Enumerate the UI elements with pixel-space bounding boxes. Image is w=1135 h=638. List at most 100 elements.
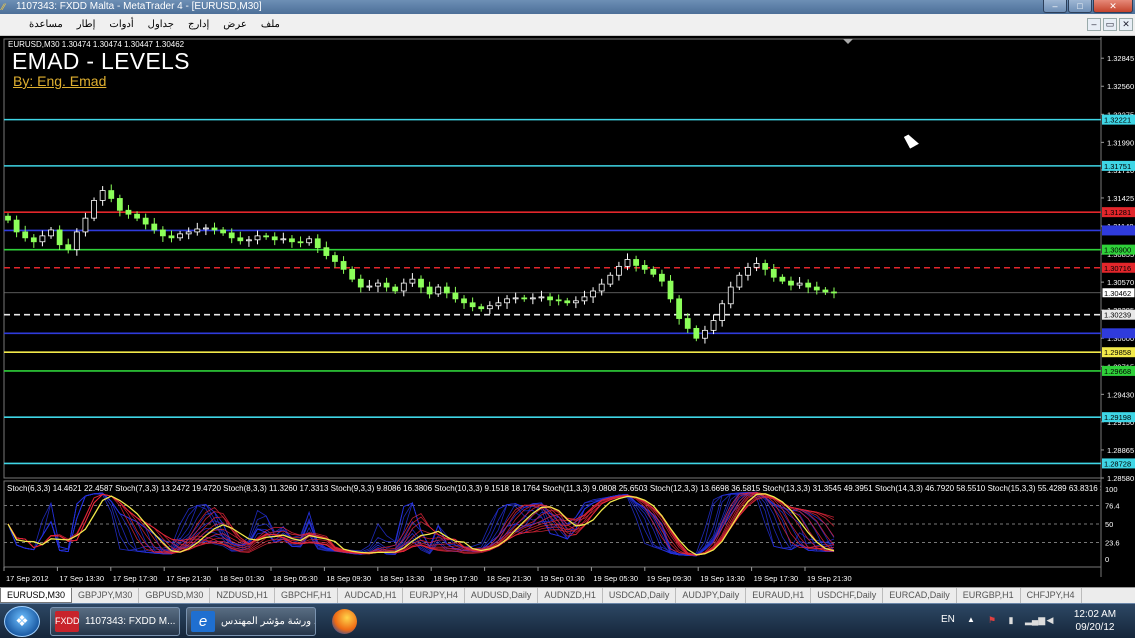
menu-charts[interactable]: جداول <box>141 14 181 36</box>
taskbar-metatrader[interactable]: FXDD 1107343: FXDD M... <box>50 607 180 636</box>
candle-body <box>762 263 769 270</box>
volume-icon[interactable]: ◀ <box>1045 615 1055 627</box>
level-price-label: 1.30239 <box>1104 311 1131 320</box>
candle-body <box>246 239 252 242</box>
tray-expand-icon[interactable]: ▲ <box>967 615 975 624</box>
chart-restore-button[interactable]: ▭ <box>1103 18 1117 31</box>
candle-body <box>400 282 407 292</box>
tab-audjpy-daily[interactable]: AUDJPY,Daily <box>676 588 747 603</box>
candle-body <box>228 232 235 239</box>
candle-body <box>495 302 502 307</box>
candle-body <box>5 215 11 221</box>
candle-body <box>710 320 717 331</box>
candle-body <box>357 278 364 288</box>
menu-file[interactable]: ملف <box>254 14 287 36</box>
maximize-button[interactable]: □ <box>1068 0 1092 13</box>
candle-body <box>65 244 72 251</box>
taskbar-browser[interactable]: e ورشة مؤشر المهندس ... <box>186 607 316 636</box>
tab-gbpchf-h1[interactable]: GBPCHF,H1 <box>275 588 339 603</box>
time-tick-label: 19 Sep 01:30 <box>540 574 585 583</box>
tab-audusd-daily[interactable]: AUDUSD,Daily <box>465 588 539 603</box>
tab-gbpusd-m30[interactable]: GBPUSD,M30 <box>139 588 211 603</box>
price-tick-label: 1.30570 <box>1107 278 1134 287</box>
price-chart[interactable]: 1.328451.325601.322751.319901.317101.314… <box>0 37 1135 587</box>
chart-window-controls: – ▭ ✕ <box>1087 18 1133 31</box>
window-controls: – □ ✕ <box>1043 0 1133 13</box>
price-tick-label: 1.28580 <box>1107 474 1134 483</box>
candle-body <box>409 278 416 284</box>
minimize-button[interactable]: – <box>1043 0 1067 13</box>
candle-body <box>650 268 657 275</box>
candle-body <box>486 305 493 310</box>
menu-view[interactable]: عرض <box>216 14 254 36</box>
menu-help[interactable]: مساعدة <box>22 14 70 36</box>
candle-body <box>22 231 29 239</box>
stoch-axis-label: 0 <box>1105 555 1109 564</box>
level-price-label: 1.31281 <box>1104 208 1131 217</box>
candle-body <box>116 198 123 211</box>
start-button[interactable]: ❖ <box>4 606 40 637</box>
tab-eurgbp-h1[interactable]: EURGBP,H1 <box>957 588 1021 603</box>
level-price-badge <box>1102 225 1135 236</box>
candle-body <box>564 300 571 304</box>
tab-eurcad-daily[interactable]: EURCAD,Daily <box>883 588 957 603</box>
price-tick-label: 1.32560 <box>1107 82 1134 91</box>
firefox-icon <box>332 609 357 634</box>
tab-eurusd-m30[interactable]: EURUSD,M30 <box>0 588 73 603</box>
price-tick-label: 1.32845 <box>1107 54 1134 63</box>
current-price-label: 1.30462 <box>1104 289 1131 298</box>
tab-euraud-h1[interactable]: EURAUD,H1 <box>746 588 812 603</box>
candle-body <box>598 283 605 292</box>
tab-usdchf-daily[interactable]: USDCHF,Daily <box>811 588 884 603</box>
metatrader-app-icon: ⁄⁄ <box>2 2 6 12</box>
menu-insert[interactable]: إدارج <box>181 14 216 36</box>
signal-icon[interactable]: ▂▄▆ <box>1025 615 1045 627</box>
candle-body <box>108 190 115 199</box>
candle-body <box>159 229 166 237</box>
candle-body <box>125 209 132 215</box>
language-indicator[interactable]: EN <box>941 614 955 625</box>
tab-usdcad-daily[interactable]: USDCAD,Daily <box>603 588 677 603</box>
tab-audcad-h1[interactable]: AUDCAD,H1 <box>338 588 404 603</box>
candle-body <box>349 268 356 280</box>
candle-body <box>641 264 648 270</box>
time-tick-label: 19 Sep 17:30 <box>754 574 799 583</box>
taskbar-firefox[interactable] <box>322 607 366 636</box>
battery-icon[interactable]: ▮ <box>1006 615 1016 627</box>
candle-body <box>529 297 536 300</box>
candle-body <box>693 327 700 339</box>
candle-body <box>332 255 338 262</box>
menu-window[interactable]: إطار <box>70 14 103 36</box>
network-flag-icon[interactable]: ⚑ <box>987 615 997 627</box>
candle-body <box>418 278 424 288</box>
tab-eurjpy-h4[interactable]: EURJPY,H4 <box>403 588 465 603</box>
menu-tools[interactable]: أدوات <box>102 14 140 36</box>
chart-close-button[interactable]: ✕ <box>1119 18 1133 31</box>
candle-body <box>461 298 467 304</box>
close-button[interactable]: ✕ <box>1093 0 1133 13</box>
level-price-label: 1.32221 <box>1104 116 1131 125</box>
candle-body <box>512 297 519 300</box>
price-tick-label: 1.31425 <box>1107 194 1134 203</box>
candle-body <box>151 223 158 231</box>
candle-body <box>521 297 528 300</box>
chart-area[interactable]: 1.328451.325601.322751.319901.317101.314… <box>0 37 1135 587</box>
taskbar-clock[interactable]: 12:02 AM 09/20/12 <box>1064 608 1126 634</box>
tab-audnzd-h1[interactable]: AUDNZD,H1 <box>538 588 603 603</box>
tab-nzdusd-h1[interactable]: NZDUSD,H1 <box>210 588 275 603</box>
time-tick-label: 19 Sep 13:30 <box>700 574 745 583</box>
candle-body <box>375 282 381 287</box>
time-tick-label: 17 Sep 13:30 <box>59 574 104 583</box>
candle-body <box>590 290 596 298</box>
chart-minimize-button[interactable]: – <box>1087 18 1101 31</box>
level-price-label: 1.30716 <box>1104 264 1131 273</box>
candle-body <box>555 299 562 302</box>
tab-gbpjpy-m30[interactable]: GBPJPY,M30 <box>72 588 140 603</box>
menu-bar: ملف عرض إدارج جداول أدوات إطار مساعدة – … <box>0 14 1135 36</box>
candle-body <box>822 289 829 293</box>
candle-body <box>48 229 54 237</box>
candle-body <box>624 259 631 267</box>
time-tick-label: 19 Sep 09:30 <box>647 574 692 583</box>
tab-chfjpy-h4[interactable]: CHFJPY,H4 <box>1021 588 1082 603</box>
candle-body <box>581 296 588 302</box>
